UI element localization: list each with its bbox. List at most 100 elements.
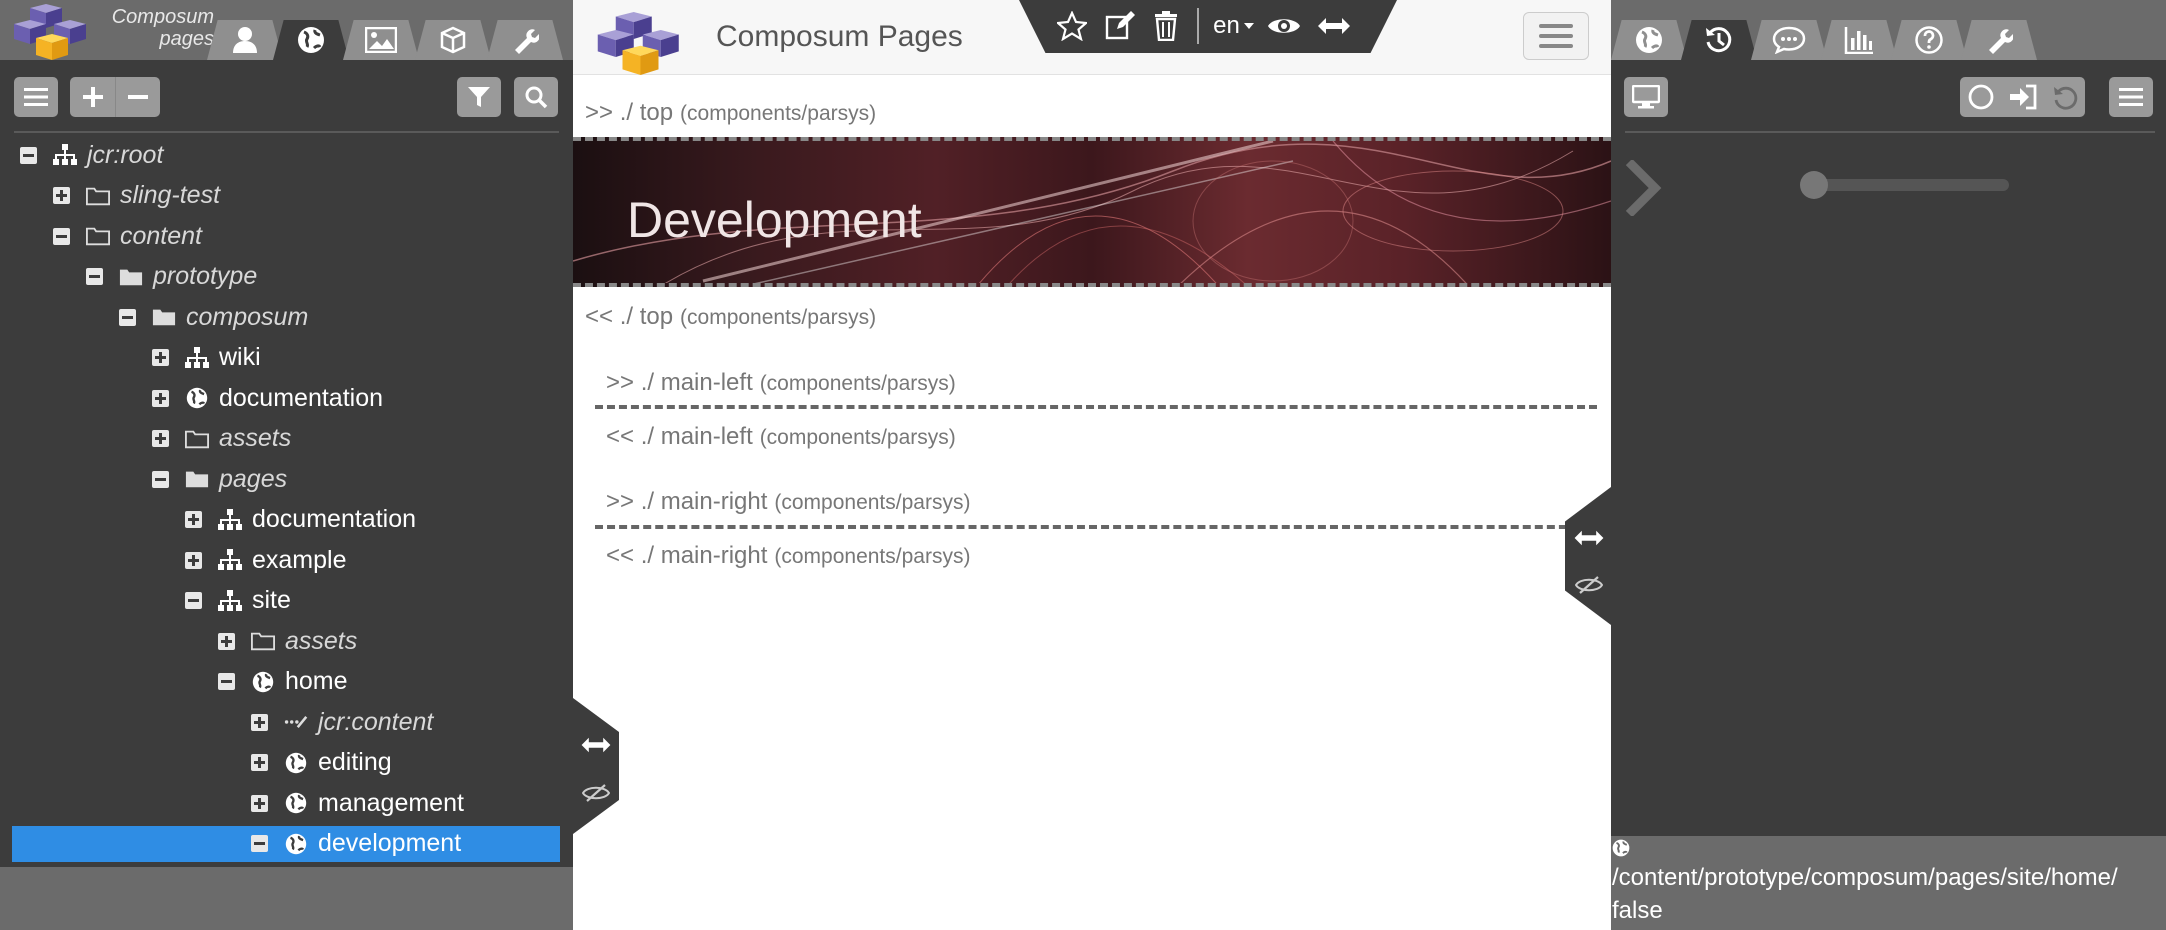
delete-button[interactable]: [1151, 10, 1181, 42]
tab-comments[interactable]: [1751, 20, 1827, 60]
tree-menu-button[interactable]: [14, 77, 58, 117]
context-menu-button[interactable]: [2109, 77, 2153, 117]
tree-node-label: prototype: [153, 262, 258, 290]
tree-node-label: sling-test: [120, 181, 221, 209]
right-tab-bar: [1611, 0, 2166, 60]
filter-button[interactable]: [457, 77, 501, 117]
tab-tools[interactable]: [1961, 20, 2037, 60]
marker-main-left-open: >> ./ main-left (components/parsys): [606, 368, 956, 397]
collapse-toggle-icon[interactable]: [119, 308, 136, 326]
globe-icon: [185, 386, 209, 410]
caret-down-icon: [1243, 23, 1254, 29]
content-icon: [284, 710, 308, 734]
preview-button[interactable]: [1265, 10, 1303, 42]
favorite-button[interactable]: [1055, 10, 1089, 42]
tab-tools[interactable]: [487, 20, 563, 60]
slider-handle[interactable]: [1800, 171, 1828, 199]
version-checkin-button[interactable]: [2002, 77, 2044, 117]
expand-toggle-icon[interactable]: [251, 713, 268, 731]
page-menu-button[interactable]: [1523, 12, 1589, 60]
collapse-toggle-icon[interactable]: [251, 835, 268, 852]
tree-node[interactable]: jcr:root: [20, 137, 163, 173]
expand-toggle-icon[interactable]: [251, 794, 268, 812]
sitemap-icon: [218, 508, 242, 532]
marker-type: (components/parsys): [759, 426, 956, 449]
logo-text: Composum pages: [106, 6, 214, 50]
tab-help[interactable]: [1891, 20, 1967, 60]
toolbar-divider: [1197, 8, 1199, 44]
tree-node-label: content: [120, 221, 203, 250]
tree-node[interactable]: management: [251, 785, 464, 821]
tab-pages[interactable]: [273, 20, 349, 60]
version-slider[interactable]: [1800, 171, 2009, 199]
folder-outline-icon: [251, 629, 275, 653]
eye-slash-icon[interactable]: [1575, 575, 1603, 595]
tree-node[interactable]: composum: [119, 299, 308, 335]
tab-user[interactable]: [207, 20, 283, 60]
teaser-banner[interactable]: Development: [573, 137, 1611, 287]
expand-toggle-icon[interactable]: [53, 187, 70, 204]
desktop-view-button[interactable]: [1624, 77, 1668, 117]
search-button[interactable]: [514, 77, 558, 117]
tree-node[interactable]: prototype: [86, 259, 257, 295]
collapse-toggle-icon[interactable]: [53, 227, 70, 245]
tree-node[interactable]: home: [218, 664, 348, 700]
language-select[interactable]: en: [1207, 10, 1261, 42]
toolbar-divider: [1625, 131, 2155, 133]
tree-node[interactable]: documentation: [152, 380, 383, 416]
tree-node[interactable]: site: [185, 583, 291, 619]
collapse-toggle-icon[interactable]: [20, 146, 37, 164]
right-status-bar: /content/prototype/composum/pages/site/h…: [1611, 836, 2166, 930]
expand-toggle-icon[interactable]: [152, 430, 169, 447]
left-status-bar: [0, 867, 573, 930]
tab-history[interactable]: [1681, 20, 1757, 60]
main-left-dropzone[interactable]: [595, 405, 1597, 409]
tree-node[interactable]: jcr:content: [251, 704, 433, 740]
tab-images[interactable]: [343, 20, 419, 60]
collapse-toggle-icon[interactable]: [86, 268, 103, 285]
version-activate-button[interactable]: [1960, 77, 2002, 117]
filter-icon: [468, 87, 490, 107]
marker-main-left-close: << ./ main-left (components/parsys): [606, 422, 956, 451]
tree-node-label: example: [252, 545, 347, 574]
tree-node[interactable]: content: [53, 218, 202, 254]
collapse-toggle-icon[interactable]: [152, 470, 169, 488]
collapse-toggle-icon[interactable]: [185, 592, 202, 609]
main-right-dropzone[interactable]: [595, 525, 1591, 529]
chevron-right-icon[interactable]: [1623, 160, 1663, 216]
tree-node[interactable]: documentation: [185, 502, 416, 538]
tree-node[interactable]: example: [185, 542, 347, 578]
expand-toggle-icon[interactable]: [185, 551, 202, 569]
tree-node[interactable]: editing: [251, 745, 392, 781]
remove-button[interactable]: [115, 77, 160, 117]
tree-node[interactable]: development: [12, 825, 560, 862]
globe-icon: [284, 751, 308, 775]
edit-button[interactable]: [1103, 10, 1137, 42]
collapse-toggle-icon[interactable]: [218, 673, 235, 690]
expand-toggle-icon[interactable]: [218, 632, 235, 650]
tree-node[interactable]: sling-test: [53, 178, 220, 214]
tab-components[interactable]: [415, 20, 491, 60]
tree-node[interactable]: pages: [152, 461, 287, 497]
tab-page-properties[interactable]: [1611, 20, 1687, 60]
page-editor: Composum Pages en >> ./ top (components/…: [573, 0, 1611, 930]
tab-statistics[interactable]: [1821, 20, 1897, 60]
expand-toggle-icon[interactable]: [152, 349, 169, 366]
version-restore-button[interactable]: [2044, 77, 2085, 117]
tree-node[interactable]: assets: [218, 623, 357, 659]
arrows-horizontal-icon[interactable]: [1573, 529, 1605, 547]
eye-slash-icon[interactable]: [582, 783, 610, 803]
globe-icon: [1636, 27, 1662, 53]
tree-node-label: jcr:content: [318, 707, 434, 736]
add-button[interactable]: [70, 77, 115, 117]
tree-node[interactable]: assets: [152, 421, 291, 457]
arrows-horizontal-icon[interactable]: [580, 736, 612, 754]
tree-node[interactable]: wiki: [152, 340, 261, 376]
folder-outline-icon: [185, 427, 209, 451]
user-icon: [233, 27, 257, 53]
expand-toggle-icon[interactable]: [251, 754, 268, 771]
resize-width-button[interactable]: [1315, 10, 1353, 42]
toolbar-divider: [14, 131, 559, 133]
expand-toggle-icon[interactable]: [185, 511, 202, 528]
expand-toggle-icon[interactable]: [152, 389, 169, 407]
